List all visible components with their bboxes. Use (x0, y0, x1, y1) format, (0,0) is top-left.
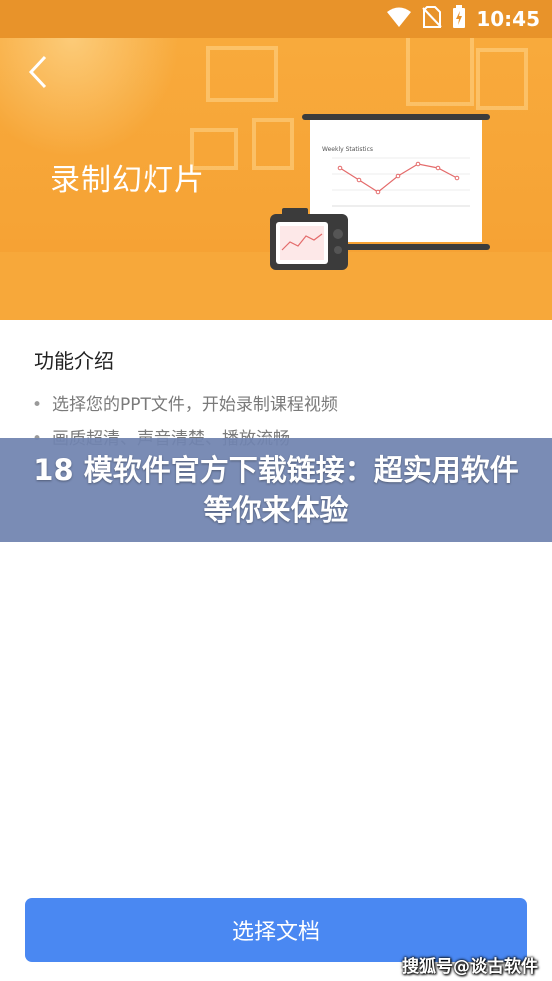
wall-frame (252, 118, 294, 170)
status-bar: 10:45 (0, 0, 552, 38)
watermark: 搜狐号@谈古软件 (402, 957, 538, 977)
section-heading: 功能介绍 (34, 349, 114, 373)
wall-frame (406, 38, 474, 106)
board-chart-title: Weekly Statistics (322, 146, 373, 153)
back-button[interactable] (18, 52, 58, 92)
feature-item: • 选择您的PPT文件，开始录制课程视频 (30, 392, 338, 426)
overlay-banner: 18 模软件官方下载链接：超实用软件等你来体验 (0, 438, 552, 542)
hero-title: 录制幻灯片 (50, 163, 205, 198)
status-icons: 10:45 (386, 5, 540, 33)
wall-frame (476, 48, 528, 110)
bullet-icon: • (32, 395, 43, 415)
status-time: 10:45 (476, 7, 540, 31)
camera-illustration (270, 208, 348, 270)
feature-text: 选择您的PPT文件，开始录制课程视频 (52, 395, 338, 415)
overlay-text: 18 模软件官方下载链接：超实用软件等你来体验 (33, 453, 519, 527)
wifi-icon (386, 6, 412, 32)
wall-frame (206, 46, 278, 102)
no-sim-icon (422, 6, 443, 32)
battery-charging-icon (452, 5, 466, 33)
chevron-left-icon (28, 55, 47, 89)
hero-banner: 录制幻灯片 Weekly Statistics (0, 38, 552, 320)
